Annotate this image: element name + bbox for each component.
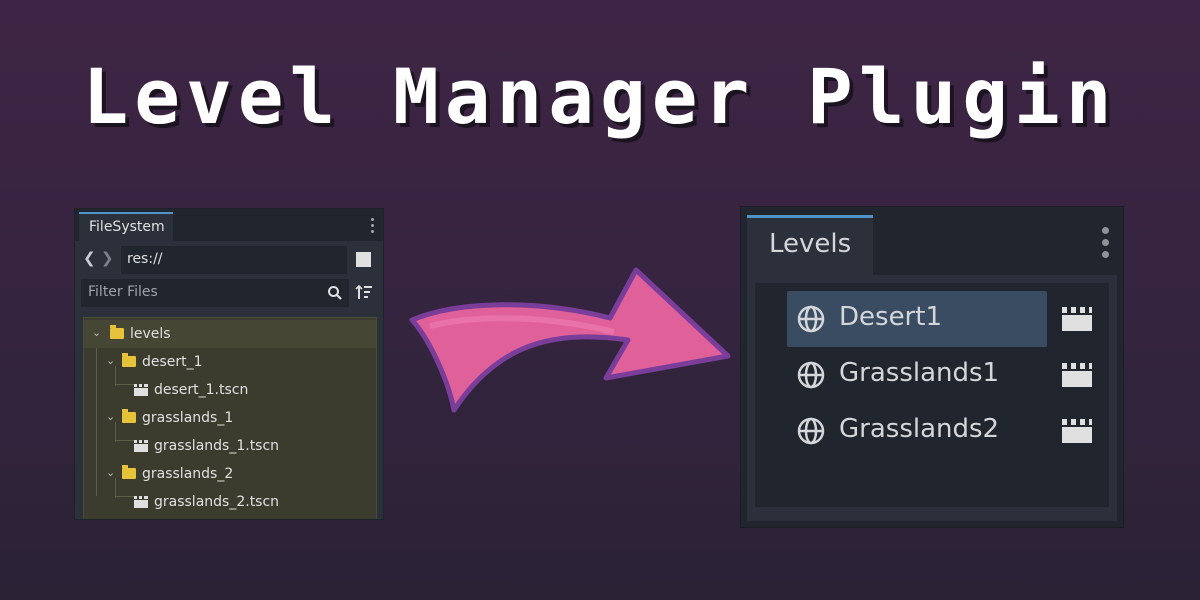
folder-icon <box>110 325 124 339</box>
globe-icon <box>797 417 825 445</box>
level-item-desert1[interactable]: Desert1 <box>787 291 1047 347</box>
page-title: Level Manager Plugin <box>82 52 1118 141</box>
tree-item-label: grasslands_2.tscn <box>154 494 280 510</box>
tree-item-label: levels <box>130 326 171 342</box>
tree-item-label: grasslands_2 <box>142 466 234 482</box>
filesystem-tabbar: FileSystem <box>75 209 383 241</box>
filter-input[interactable]: Filter Files <box>81 279 349 307</box>
path-row: ❮ ❯ res:// <box>81 246 377 274</box>
level-item-grasslands2[interactable]: Grasslands2 <box>787 403 1047 459</box>
tree-item-grasslands-1[interactable]: ⌄ grasslands_1 <box>84 404 376 432</box>
kebab-menu-icon[interactable] <box>1102 227 1109 263</box>
level-item-grasslands1[interactable]: Grasslands1 <box>787 347 1047 403</box>
level-item-label: Grasslands2 <box>839 414 1000 444</box>
chevron-down-icon[interactable]: ⌄ <box>106 466 115 479</box>
chevron-right-icon[interactable]: ❯ <box>101 249 114 267</box>
folder-icon <box>122 465 136 479</box>
tree-item-grasslands-1-scene[interactable]: grasslands_1.tscn <box>84 432 376 460</box>
file-tree: ⌄ levels ⌄ desert_1 desert_1.tscn ⌄ gras… <box>83 317 377 519</box>
tab-filesystem[interactable]: FileSystem <box>79 212 173 241</box>
scene-icon <box>134 496 148 508</box>
tab-levels[interactable]: Levels <box>747 215 873 275</box>
scene-icon <box>134 384 148 396</box>
tree-item-grasslands-2[interactable]: ⌄ grasslands_2 <box>84 460 376 488</box>
curved-arrow-icon <box>409 267 731 413</box>
path-field[interactable]: res:// <box>121 246 347 274</box>
sort-icon[interactable] <box>355 284 373 302</box>
tree-item-grasslands-2-scene[interactable]: grasslands_2.tscn <box>84 488 376 516</box>
scene-icon <box>134 440 148 452</box>
tree-item-label: desert_1.tscn <box>154 382 249 398</box>
levels-panel: Levels Desert1 Grasslands1 Grasslands2 <box>740 206 1124 528</box>
levels-list: Desert1 Grasslands1 Grasslands2 <box>755 283 1109 507</box>
filter-row: Filter Files <box>81 279 377 307</box>
chevron-left-icon[interactable]: ❮ <box>83 249 96 267</box>
globe-icon <box>797 305 825 333</box>
search-icon <box>328 286 342 300</box>
folder-icon <box>122 353 136 367</box>
clapperboard-icon[interactable] <box>1061 305 1093 333</box>
level-item-label: Grasslands1 <box>839 358 1000 388</box>
globe-icon <box>797 361 825 389</box>
tree-item-label: grasslands_1.tscn <box>154 438 280 454</box>
tree-item-desert-1[interactable]: ⌄ desert_1 <box>84 348 376 376</box>
tree-item-levels[interactable]: ⌄ levels <box>84 320 376 348</box>
tree-item-label: grasslands_1 <box>142 410 234 426</box>
tree-item-label: desert_1 <box>142 354 203 370</box>
clapperboard-icon[interactable] <box>1061 417 1093 445</box>
chevron-down-icon[interactable]: ⌄ <box>106 354 115 367</box>
tree-item-desert-1-scene[interactable]: desert_1.tscn <box>84 376 376 404</box>
kebab-menu-icon[interactable] <box>371 218 375 234</box>
split-mode-toggle[interactable] <box>356 252 371 267</box>
folder-icon <box>122 409 136 423</box>
clapperboard-icon[interactable] <box>1061 361 1093 389</box>
filesystem-panel: FileSystem ❮ ❯ res:// Filter Files ⌄ lev… <box>74 208 384 520</box>
levels-body: Desert1 Grasslands1 Grasslands2 <box>747 275 1117 521</box>
chevron-down-icon[interactable]: ⌄ <box>92 326 101 339</box>
level-item-label: Desert1 <box>839 302 942 332</box>
chevron-down-icon[interactable]: ⌄ <box>106 410 115 423</box>
